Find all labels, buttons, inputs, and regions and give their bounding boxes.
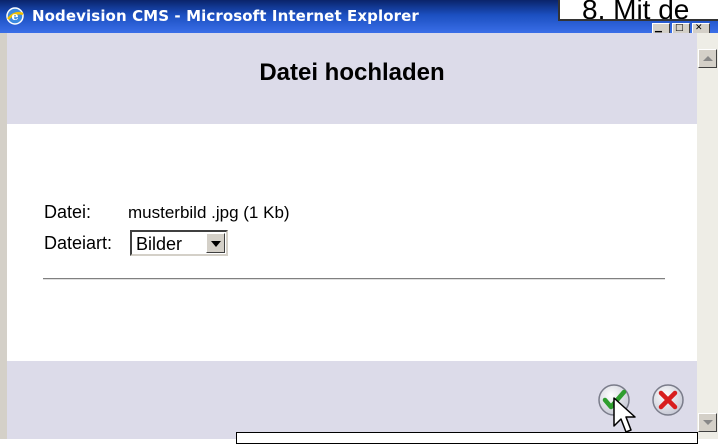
tutorial-callout: 8. Mit de — [558, 0, 718, 21]
file-type-label: Dateiart: — [44, 233, 113, 253]
callout-text: 8. Mit de — [582, 0, 690, 21]
cancel-button[interactable] — [651, 383, 685, 417]
close-icon: ✕ — [695, 23, 703, 33]
maximize-icon: □ — [675, 23, 684, 33]
page-title: Datei hochladen — [259, 59, 445, 86]
window-frame-left — [0, 33, 7, 439]
arrow-up-icon — [703, 56, 713, 61]
scroll-up-button[interactable] — [698, 49, 717, 68]
chevron-down-icon — [211, 241, 221, 247]
mouse-pointer-icon — [613, 397, 636, 433]
dropdown-arrow-button[interactable] — [206, 233, 225, 253]
file-name-value: musterbild .jpg (1 Kb) — [128, 203, 290, 222]
divider — [43, 278, 665, 280]
ie-icon: e — [6, 7, 24, 25]
arrow-down-icon — [703, 420, 713, 425]
minimize-icon: ▁ — [655, 23, 662, 33]
vertical-scrollbar[interactable] — [697, 33, 718, 439]
file-type-select[interactable]: Bilder — [130, 230, 228, 256]
file-label: Datei: — [44, 202, 92, 222]
svg-text:e: e — [12, 10, 19, 23]
window-title: Nodevision CMS - Microsoft Internet Expl… — [32, 7, 419, 25]
scroll-down-button[interactable] — [698, 413, 717, 432]
file-type-selected-value: Bilder — [136, 234, 183, 254]
dialog-header: Datei hochladen — [7, 33, 697, 124]
dialog-content: Datei hochladen Datei: musterbild .jpg (… — [7, 33, 697, 439]
dialog-footer — [7, 361, 697, 439]
